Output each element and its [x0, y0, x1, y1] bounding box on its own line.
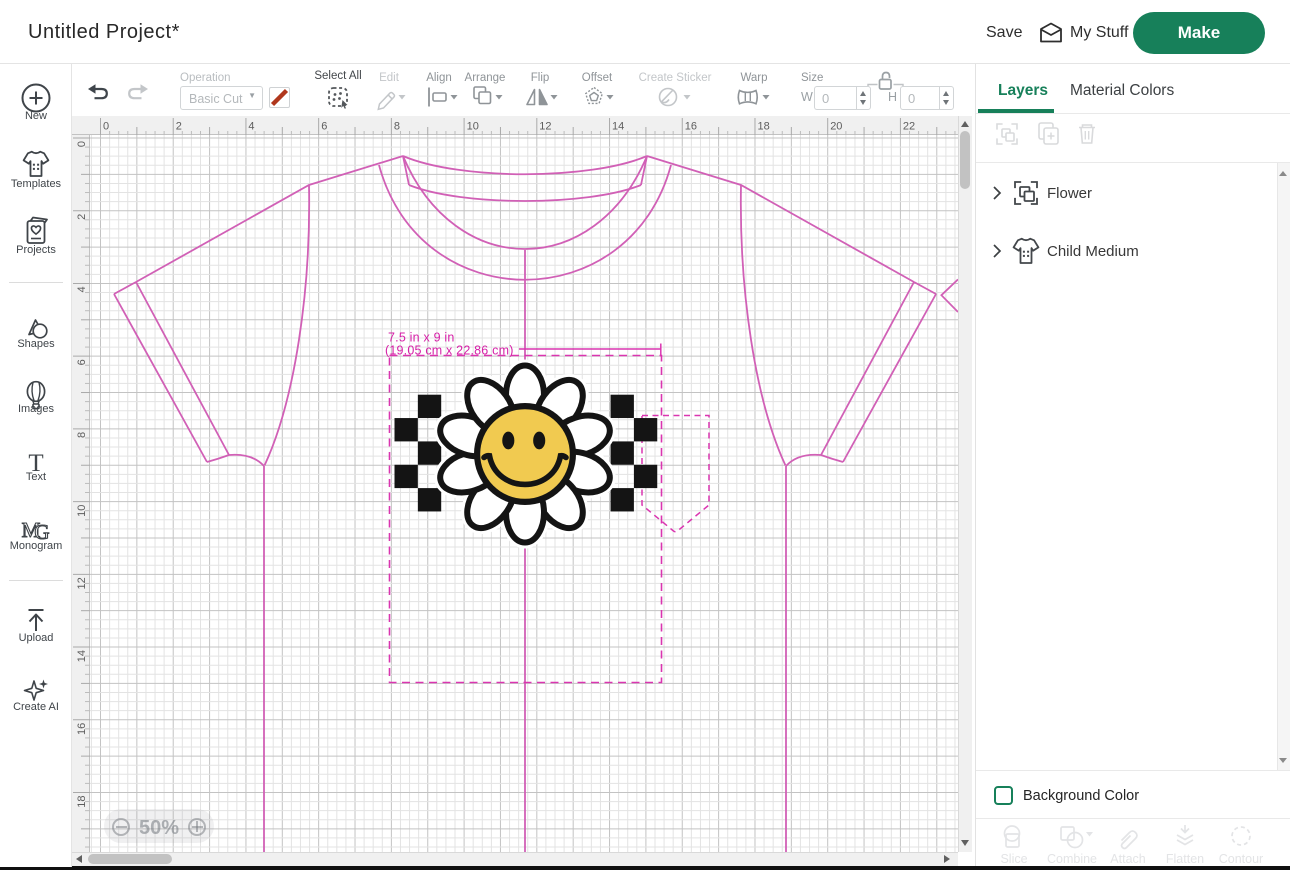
svg-text:2: 2	[176, 121, 182, 133]
svg-text:16: 16	[685, 121, 697, 133]
svg-text:0: 0	[76, 141, 88, 147]
svg-text:7.5 in x 9 in: 7.5 in x 9 in	[388, 331, 455, 345]
svg-text:2: 2	[76, 214, 88, 220]
svg-text:10: 10	[467, 121, 479, 133]
svg-text:8: 8	[76, 432, 88, 438]
svg-text:14: 14	[612, 121, 624, 133]
svg-text:0: 0	[103, 121, 109, 133]
svg-text:8: 8	[394, 121, 400, 133]
svg-text:4: 4	[248, 121, 254, 133]
svg-text:(19.05 cm x 22.86 cm): (19.05 cm x 22.86 cm)	[385, 344, 514, 358]
svg-text:4: 4	[76, 286, 88, 292]
svg-text:22: 22	[903, 121, 915, 133]
svg-text:6: 6	[321, 121, 327, 133]
svg-text:12: 12	[539, 121, 551, 133]
svg-text:18: 18	[758, 121, 770, 133]
svg-text:20: 20	[830, 121, 842, 133]
svg-text:6: 6	[76, 359, 88, 365]
